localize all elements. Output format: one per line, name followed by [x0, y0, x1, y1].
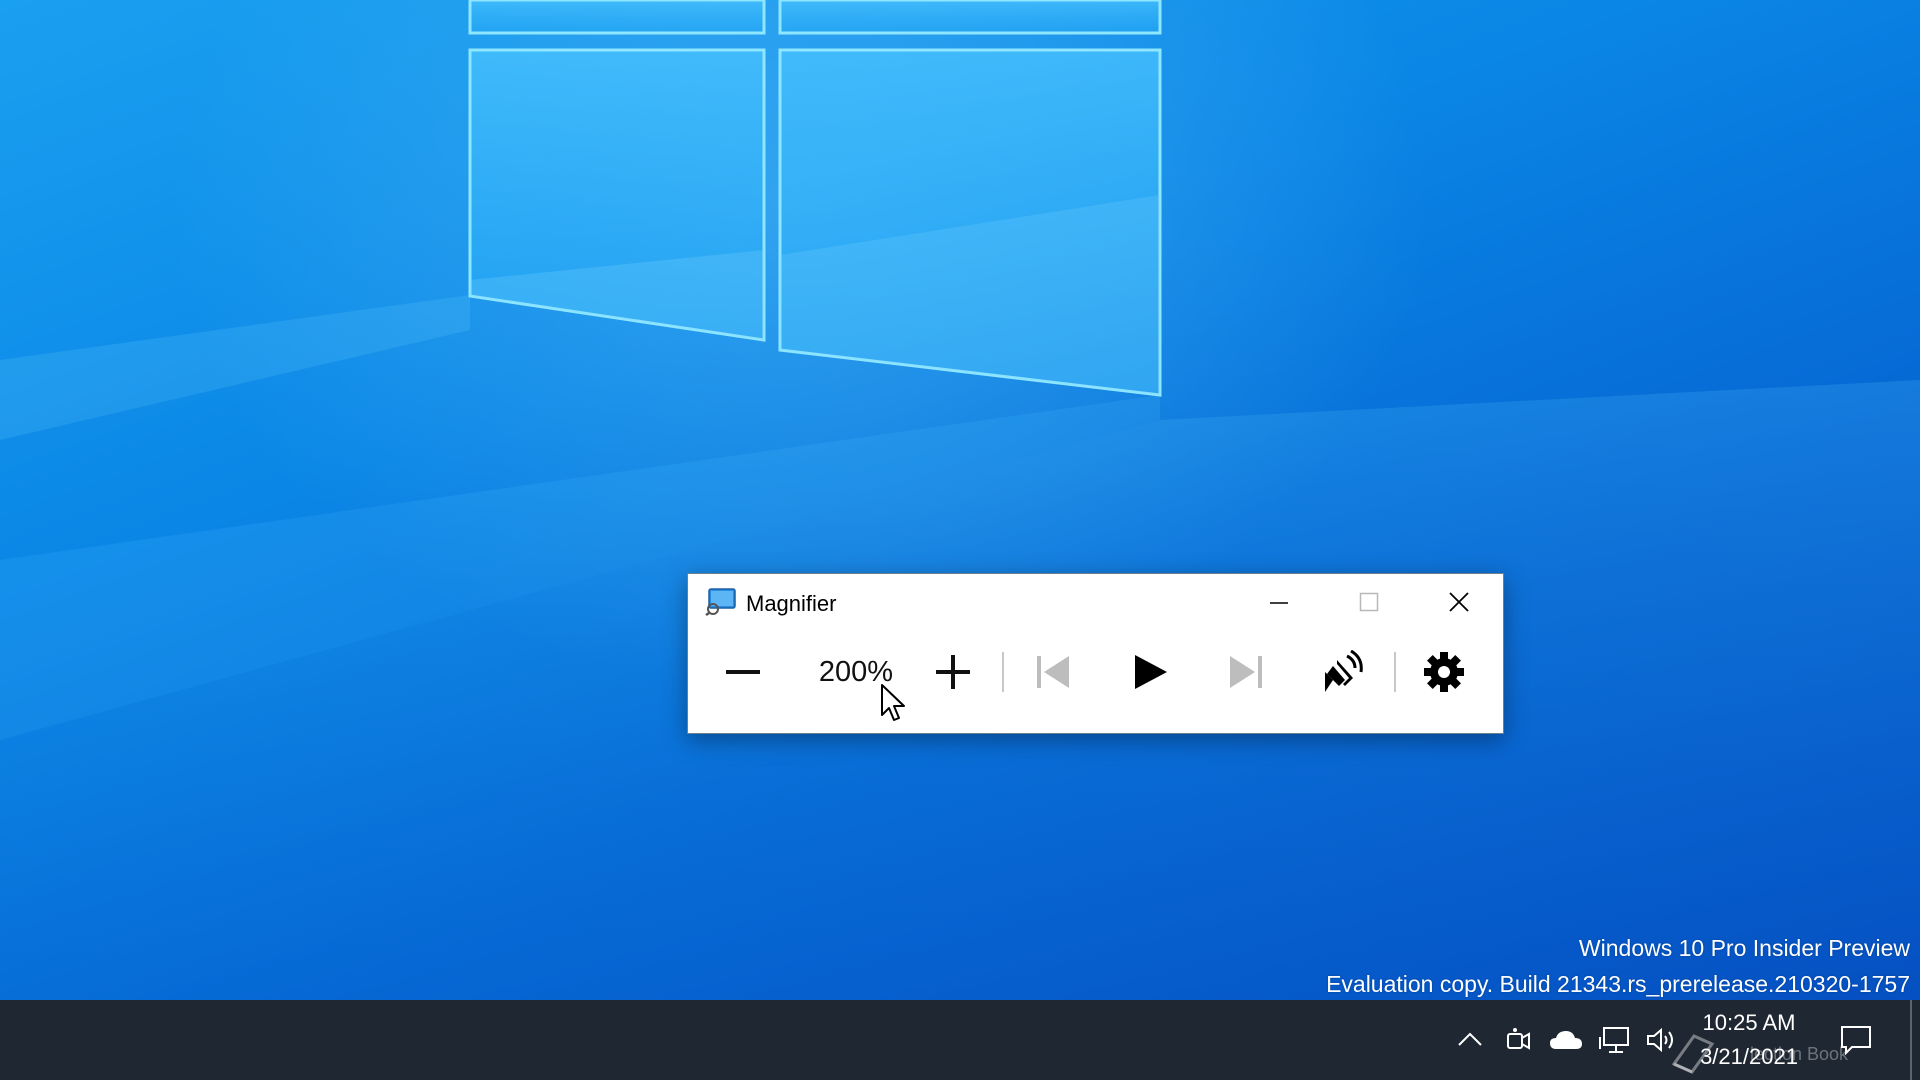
magnifier-window[interactable]: Magnifier 200% [687, 573, 1504, 734]
mouse-pointer-icon [881, 684, 907, 729]
play-icon [1135, 655, 1167, 689]
close-button[interactable] [1414, 574, 1504, 630]
network-button[interactable] [1594, 1020, 1634, 1060]
read-aloud-icon [1325, 650, 1363, 692]
meet-now-button[interactable] [1500, 1020, 1536, 1060]
skip-back-icon [1037, 656, 1069, 688]
minimize-icon [1270, 602, 1288, 604]
toolbar-separator [1002, 652, 1004, 692]
window-title: Magnifier [746, 591, 837, 616]
play-button[interactable] [1125, 648, 1175, 696]
maximize-button[interactable] [1324, 574, 1414, 630]
minimize-button[interactable] [1234, 574, 1324, 630]
windows-evaluation-watermark: Windows 10 Pro Insider Preview Evaluatio… [1326, 930, 1910, 1000]
zoom-out-button[interactable] [718, 648, 768, 696]
show-hidden-icons-button[interactable] [1452, 1020, 1488, 1060]
book-overlay-icon [1668, 1030, 1718, 1079]
windows-logo-wallpaper [0, 0, 1920, 1000]
previous-button[interactable] [1028, 648, 1078, 696]
desktop: Windows 10 Pro Insider Preview Evaluatio… [0, 0, 1920, 1000]
title-bar[interactable]: Magnifier [688, 574, 1503, 630]
settings-button[interactable] [1417, 648, 1471, 696]
taskbar: 10:25 AM 3/21/2021 [0, 1000, 1920, 1080]
next-button[interactable] [1221, 648, 1271, 696]
network-icon [1599, 1027, 1629, 1053]
zoom-in-button[interactable] [928, 648, 978, 696]
magnifier-app-icon [705, 588, 737, 617]
overlay-watermark-text: lection Book [1750, 1044, 1849, 1064]
onedrive-button[interactable] [1546, 1020, 1586, 1060]
magnifier-toolbar: 200% [688, 630, 1503, 733]
close-icon [1449, 592, 1469, 612]
onedrive-cloud-icon [1550, 1031, 1582, 1049]
minus-icon [726, 670, 760, 674]
gear-icon [1424, 652, 1464, 692]
read-from-here-button[interactable] [1318, 648, 1372, 696]
plus-icon [936, 655, 970, 689]
maximize-icon [1359, 592, 1379, 612]
chevron-up-icon [1458, 1032, 1482, 1046]
meet-now-icon [1507, 1028, 1530, 1050]
toolbar-separator [1394, 652, 1396, 692]
skip-forward-icon [1230, 656, 1262, 688]
watermark-line-1: Windows 10 Pro Insider Preview [1578, 935, 1910, 961]
watermark-line-2: Evaluation copy. Build 21343.rs_prerelea… [1326, 971, 1910, 997]
show-desktop-button[interactable] [1910, 1000, 1912, 1080]
